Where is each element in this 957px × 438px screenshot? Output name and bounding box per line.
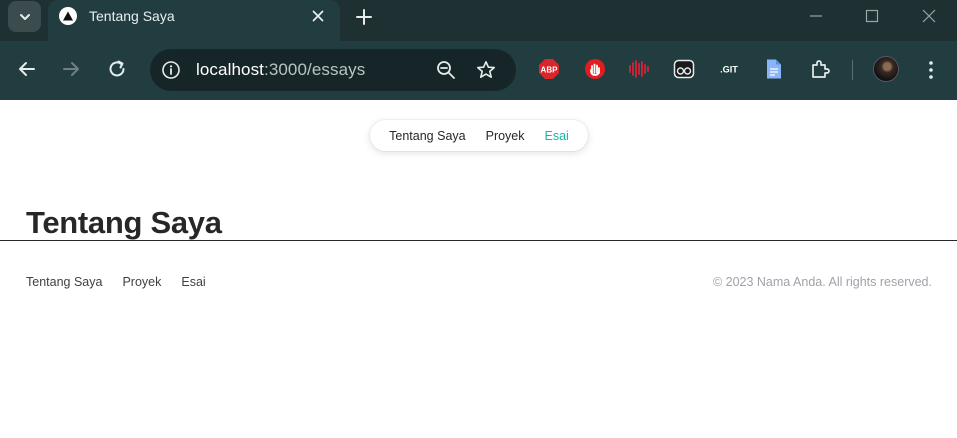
- forward-arrow-icon[interactable]: [60, 58, 82, 80]
- new-tab-icon[interactable]: [353, 6, 375, 28]
- nav-item-tentang-saya[interactable]: Tentang Saya: [389, 129, 465, 143]
- divider: [0, 240, 957, 241]
- site-info-icon[interactable]: [161, 60, 181, 80]
- maximize-icon[interactable]: [863, 7, 881, 25]
- url-text[interactable]: localhost:3000/essays: [196, 60, 365, 80]
- top-navigation: Tentang Saya Proyek Esai: [370, 120, 588, 151]
- nav-item-esai[interactable]: Esai: [545, 129, 569, 143]
- reload-icon[interactable]: [106, 58, 128, 80]
- bookmark-star-icon[interactable]: [476, 60, 496, 80]
- close-window-icon[interactable]: [920, 7, 938, 25]
- abp-label: ABP: [541, 66, 559, 75]
- footer-navigation: Tentang Saya Proyek Esai: [26, 275, 206, 289]
- more-menu-icon[interactable]: [924, 58, 938, 82]
- tab-title: Tentang Saya: [89, 8, 175, 24]
- ublock-icon[interactable]: [584, 58, 606, 80]
- zoom-out-icon[interactable]: [436, 60, 456, 80]
- active-tab[interactable]: Tentang Saya: [48, 0, 340, 41]
- audio-icon[interactable]: [628, 58, 650, 80]
- page-content: Tentang Saya Proyek Esai Tentang Saya Te…: [0, 100, 957, 438]
- tab-strip: Tentang Saya: [0, 0, 957, 41]
- url-host: localhost: [196, 60, 264, 79]
- copyright-text: © 2023 Nama Anda. All rights reserved.: [712, 275, 932, 289]
- profile-avatar[interactable]: [873, 56, 899, 82]
- reader-icon[interactable]: [673, 58, 695, 80]
- url-path: /essays: [307, 60, 366, 79]
- minimize-icon[interactable]: [807, 7, 825, 25]
- back-arrow-icon[interactable]: [16, 58, 38, 80]
- footer-link-tentang-saya[interactable]: Tentang Saya: [26, 275, 102, 289]
- tab-close-icon[interactable]: [310, 8, 326, 24]
- nav-item-proyek[interactable]: Proyek: [486, 129, 525, 143]
- tab-search-button[interactable]: [8, 1, 41, 32]
- page-title: Tentang Saya: [26, 205, 222, 240]
- address-bar[interactable]: localhost:3000/essays: [150, 49, 516, 91]
- doc-icon[interactable]: [763, 58, 785, 80]
- chevron-down-icon: [19, 13, 30, 20]
- site-favicon-icon: [59, 7, 77, 25]
- git-label: .GIT: [720, 65, 738, 75]
- abp-icon[interactable]: ABP: [538, 58, 560, 80]
- git-icon[interactable]: .GIT: [718, 58, 740, 80]
- url-port: :3000: [264, 60, 308, 79]
- browser-toolbar: localhost:3000/essays ABP .GIT: [0, 41, 957, 100]
- footer-link-proyek[interactable]: Proyek: [122, 275, 161, 289]
- footer-link-esai[interactable]: Esai: [181, 275, 205, 289]
- toolbar-divider: [852, 60, 853, 80]
- puzzle-icon[interactable]: [809, 58, 831, 80]
